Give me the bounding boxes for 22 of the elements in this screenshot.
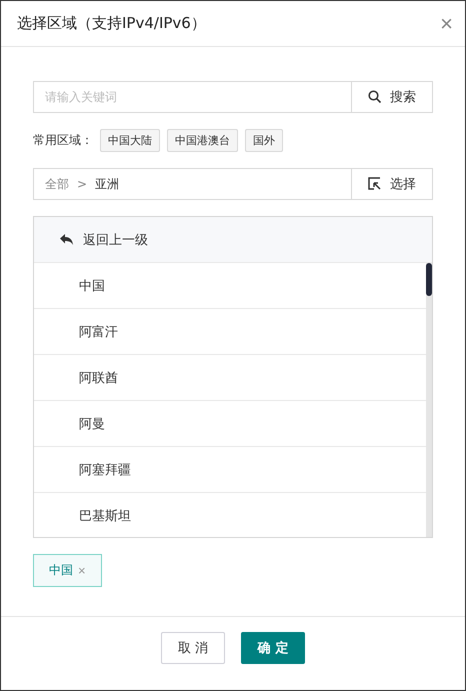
scrollbar[interactable] (426, 263, 432, 537)
back-button[interactable]: 返回上一级 (34, 217, 432, 263)
close-button[interactable]: × (440, 10, 453, 36)
region-chip[interactable]: 中国港澳台 (167, 129, 238, 152)
search-field[interactable]: 请输入关键词 (33, 81, 351, 113)
search-icon (368, 90, 382, 104)
common-regions-label: 常用区域： (33, 132, 93, 149)
breadcrumb-link[interactable]: 亚洲 (95, 176, 120, 192)
search-button[interactable]: 搜索 (351, 81, 433, 113)
region-list-item[interactable]: 中国 (34, 263, 426, 309)
confirm-button[interactable]: 确 定 (241, 632, 305, 664)
breadcrumb-separator: > (77, 177, 88, 191)
back-arrow-icon (60, 234, 73, 245)
cancel-button[interactable]: 取 消 (161, 632, 225, 664)
select-icon (368, 177, 382, 191)
region-list-item[interactable]: 巴基斯坦 (34, 493, 426, 537)
region-chip[interactable]: 国外 (245, 129, 283, 152)
breadcrumb-link[interactable]: 全部 (45, 176, 69, 192)
window-title: 选择区域（支持IPv4/IPv6） (17, 14, 206, 33)
region-chip[interactable]: 中国大陆 (100, 129, 160, 152)
tag-label: 中国 (49, 562, 73, 579)
select-button[interactable]: 选择 (351, 168, 433, 200)
